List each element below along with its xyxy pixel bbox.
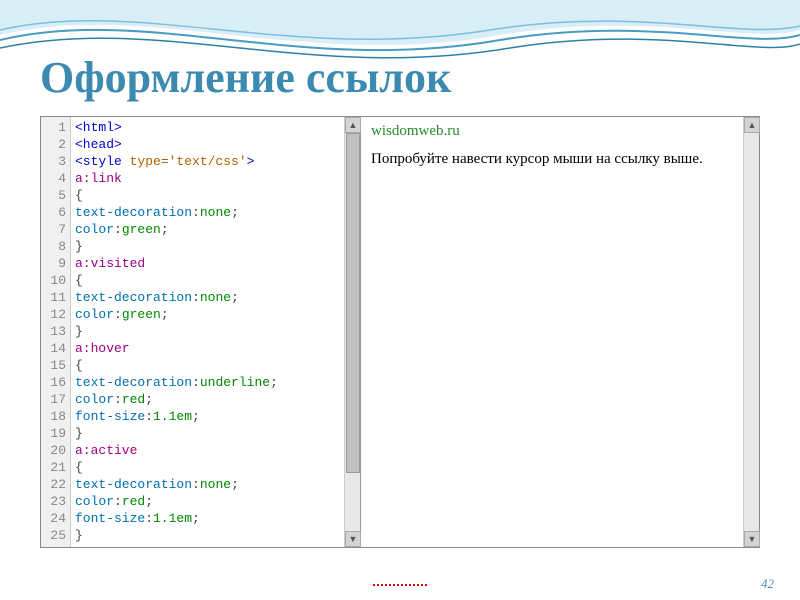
preview-body-text: Попробуйте навести курсор мыши на ссылку…: [371, 150, 749, 170]
slide-title: Оформление ссылок: [40, 52, 451, 103]
page-number: 42: [761, 576, 774, 592]
scroll-down-button[interactable]: ▼: [345, 531, 361, 547]
scroll-up-button[interactable]: ▲: [345, 117, 361, 133]
content-panel: 1234567891011121314151617181920212223242…: [40, 116, 760, 548]
line-number-gutter: 1234567891011121314151617181920212223242…: [41, 117, 71, 547]
scroll-thumb[interactable]: [346, 133, 360, 473]
code-content: <html><head><style type='text/css'>a:lin…: [71, 117, 360, 547]
preview-vertical-scrollbar[interactable]: ▲ ▼: [743, 117, 759, 547]
vertical-scrollbar[interactable]: ▲ ▼: [344, 117, 360, 547]
code-editor-pane: 1234567891011121314151617181920212223242…: [41, 117, 361, 547]
scroll-up-button[interactable]: ▲: [744, 117, 760, 133]
spellcheck-squiggle: [373, 584, 427, 586]
preview-pane: wisdomweb.ru Попробуйте навести курсор м…: [361, 117, 759, 547]
scroll-down-button[interactable]: ▼: [744, 531, 760, 547]
preview-demo-link[interactable]: wisdomweb.ru: [371, 123, 460, 140]
